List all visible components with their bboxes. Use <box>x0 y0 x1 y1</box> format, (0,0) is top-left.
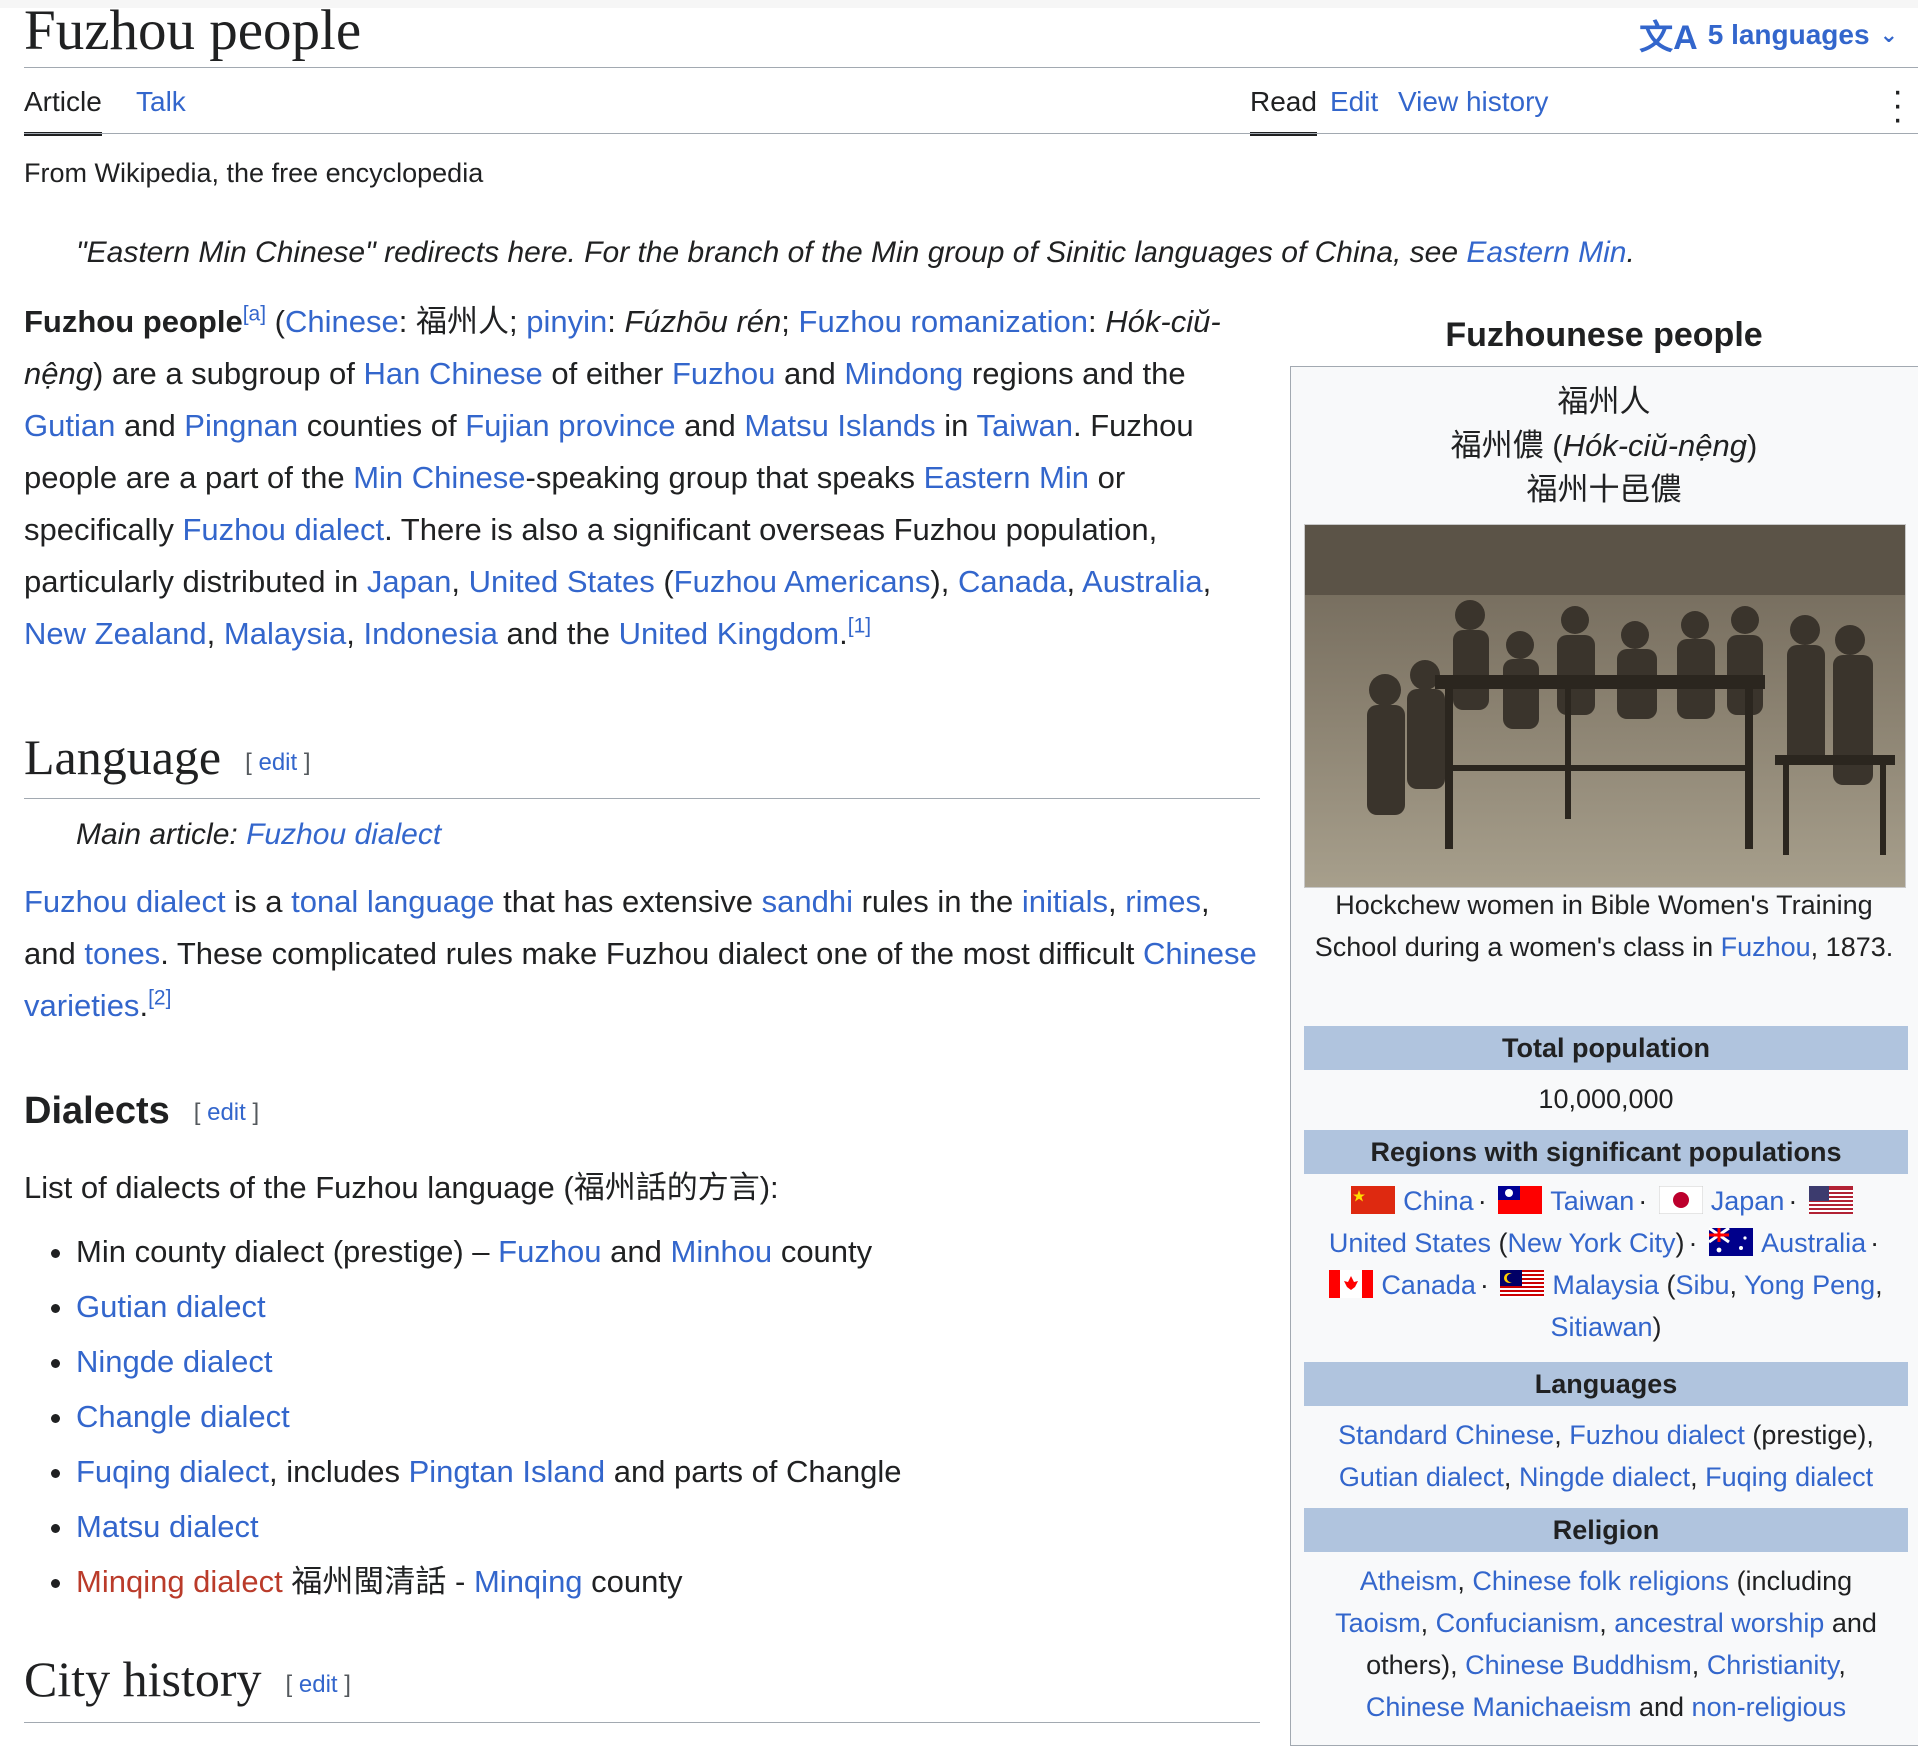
religion-list: Atheism, Chinese folk religions (includi… <box>1335 1566 1877 1722</box>
tagline: From Wikipedia, the free encyclopedia <box>24 158 484 188</box>
list-item: Min county dialect (prestige) – Fuzhou a… <box>76 1224 1276 1279</box>
list-item: Fuqing dialect, includes Pingtan Island … <box>76 1444 1276 1499</box>
chevron-down-icon: ⌄ <box>1879 21 1898 47</box>
translate-icon: 文A <box>1639 19 1698 57</box>
minqing-redlink[interactable]: Minqing dialect <box>76 1564 283 1599</box>
page-title: Fuzhou people <box>24 0 362 62</box>
tab-talk[interactable]: Talk <box>136 86 186 118</box>
australia-flag-icon <box>1709 1228 1754 1256</box>
canada-flag-icon <box>1329 1270 1374 1298</box>
heading-language: Language[ edit ] <box>24 729 311 785</box>
list-item: Matsu dialect <box>76 1499 1276 1554</box>
language-paragraph: Fuzhou dialect is a tonal language that … <box>24 884 1257 1023</box>
dialects-list: Min county dialect (prestige) – Fuzhou a… <box>24 1224 1276 1609</box>
us-flag-icon <box>1808 1186 1853 1214</box>
heading-city-history: City history[ edit ] <box>24 1651 351 1707</box>
total-population-value: 10,000,000 <box>1538 1084 1674 1114</box>
edit-dialects-link[interactable]: edit <box>207 1099 246 1126</box>
tab-article[interactable]: Article <box>24 86 102 136</box>
list-item: Ningde dialect <box>76 1334 1276 1389</box>
infobox-title: Fuzhounese people <box>1445 316 1763 354</box>
main-article-link[interactable]: Fuzhou dialect <box>246 818 441 851</box>
tab-read[interactable]: Read <box>1250 86 1317 136</box>
tab-edit[interactable]: Edit <box>1330 86 1378 118</box>
redirect-hatnote: "Eastern Min Chinese" redirects here. Fo… <box>76 236 1635 269</box>
infobox-names: 福州人 福州儂 (Hók-ciŭ-nệng) 福州十邑儂 <box>1450 384 1758 507</box>
language-divider <box>24 798 1260 799</box>
heading-dialects: Dialects[ edit ] <box>24 1090 260 1132</box>
languages-list: Standard Chinese, Fuzhou dialect (presti… <box>1338 1420 1874 1492</box>
malaysia-flag-icon <box>1500 1270 1545 1298</box>
regions-header: Regions with significant populations <box>1304 1130 1908 1174</box>
china-flag-icon <box>1351 1186 1396 1214</box>
page-tabs: Article Talk Read Edit View history <box>24 82 1918 136</box>
ref-1[interactable]: [1] <box>848 615 871 638</box>
main-article-note: Main article: Fuzhou dialect <box>76 818 442 851</box>
total-population-header: Total population <box>1304 1026 1908 1070</box>
ref-a[interactable]: [a] <box>243 303 266 326</box>
list-item: Gutian dialect <box>76 1279 1276 1334</box>
languages-label: 5 languages <box>1707 18 1870 50</box>
regions-list: China · Taiwan · Japan · United States (New… <box>1328 1186 1883 1342</box>
taiwan-flag-icon <box>1498 1186 1543 1214</box>
lead-paragraph: Fuzhou people[a] (Chinese: 福州人; pinyin: … <box>24 302 1221 651</box>
list-item: Changle dialect <box>76 1389 1276 1444</box>
list-item: Minqing dialect 福州閩清話 - Minqing county <box>76 1554 1276 1609</box>
japan-flag-icon <box>1658 1186 1703 1214</box>
dialects-intro: List of dialects of the Fuzhou language … <box>24 1170 779 1205</box>
edit-city-history-link[interactable]: edit <box>299 1671 338 1698</box>
edit-language-link[interactable]: edit <box>258 749 297 776</box>
hatnote-link[interactable]: Eastern Min <box>1466 236 1626 269</box>
photo-caption: Hockchew women in Bible Women's Training… <box>1314 890 1894 962</box>
city-history-divider <box>24 1722 1260 1723</box>
tab-view-history[interactable]: View history <box>1398 86 1548 118</box>
languages-button[interactable]: 文A 5 languages ⌄ <box>1639 10 1898 59</box>
ref-2[interactable]: [2] <box>148 987 171 1010</box>
more-actions-icon[interactable]: · · · <box>1892 74 1903 136</box>
historical-photo[interactable] <box>1304 524 1906 888</box>
religion-header: Religion <box>1304 1508 1908 1552</box>
title-divider <box>24 67 1918 68</box>
tabs-divider <box>24 133 1918 134</box>
languages-header: Languages <box>1304 1362 1908 1406</box>
photo-illustration <box>1305 525 1905 887</box>
